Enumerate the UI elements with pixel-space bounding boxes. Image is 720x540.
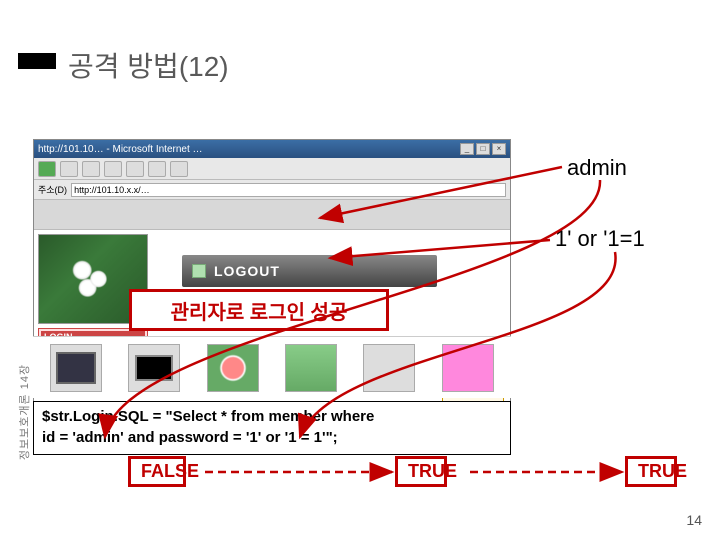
tag-true-result: TRUE [625, 456, 677, 487]
page-number: 14 [686, 512, 702, 528]
browser-titlebar-text: http://101.10… - Microsoft Internet … [38, 144, 203, 155]
minimize-icon: _ [460, 143, 474, 155]
tag-false: FALSE [128, 456, 186, 487]
product-thumb [285, 344, 337, 392]
callout-admin-value: admin [567, 155, 627, 181]
stop-icon [82, 161, 100, 177]
browser-toolbar [34, 158, 510, 180]
product-thumb [442, 344, 494, 392]
logout-label: LOGOUT [214, 263, 280, 279]
sql-line-2: id = 'admin' and password = '1' or '1 = … [42, 427, 502, 448]
success-callout: 관리자로 로그인 성공 [129, 289, 389, 331]
tag-true-clause: TRUE [395, 456, 447, 487]
search-icon [148, 161, 166, 177]
address-value: http://101.10.x.x/… [74, 185, 150, 195]
home-icon [126, 161, 144, 177]
favorites-icon [170, 161, 188, 177]
product-thumb [207, 344, 259, 392]
product-thumb [50, 344, 102, 392]
browser-address-bar: 주소(D) http://101.10.x.x/… [34, 180, 510, 200]
site-header [34, 200, 510, 230]
title-accent-bar [18, 53, 56, 69]
vertical-chapter-text: 정보보호개론 14장 [16, 364, 32, 460]
browser-titlebar: http://101.10… - Microsoft Internet … _ … [34, 140, 510, 158]
product-thumb [128, 344, 180, 392]
sql-line-1: $str.Login.SQL = "Select * from member w… [42, 406, 502, 427]
address-input: http://101.10.x.x/… [71, 183, 506, 197]
logout-bar: LOGOUT [182, 255, 437, 287]
callout-injection-value: 1' or '1=1 [555, 226, 645, 252]
product-strip [33, 336, 511, 398]
close-icon: × [492, 143, 506, 155]
address-label: 주소(D) [38, 183, 67, 196]
maximize-icon: □ [476, 143, 490, 155]
logout-icon [192, 264, 206, 278]
back-icon [38, 161, 56, 177]
product-thumb [363, 344, 415, 392]
slide-title: 공격 방법(12) [68, 45, 229, 85]
vertical-chapter-label: 정보보호개론 14장 [14, 342, 34, 482]
forward-icon [60, 161, 78, 177]
sql-query-box: $str.Login.SQL = "Select * from member w… [33, 401, 511, 455]
window-controls: _ □ × [460, 143, 506, 155]
refresh-icon [104, 161, 122, 177]
